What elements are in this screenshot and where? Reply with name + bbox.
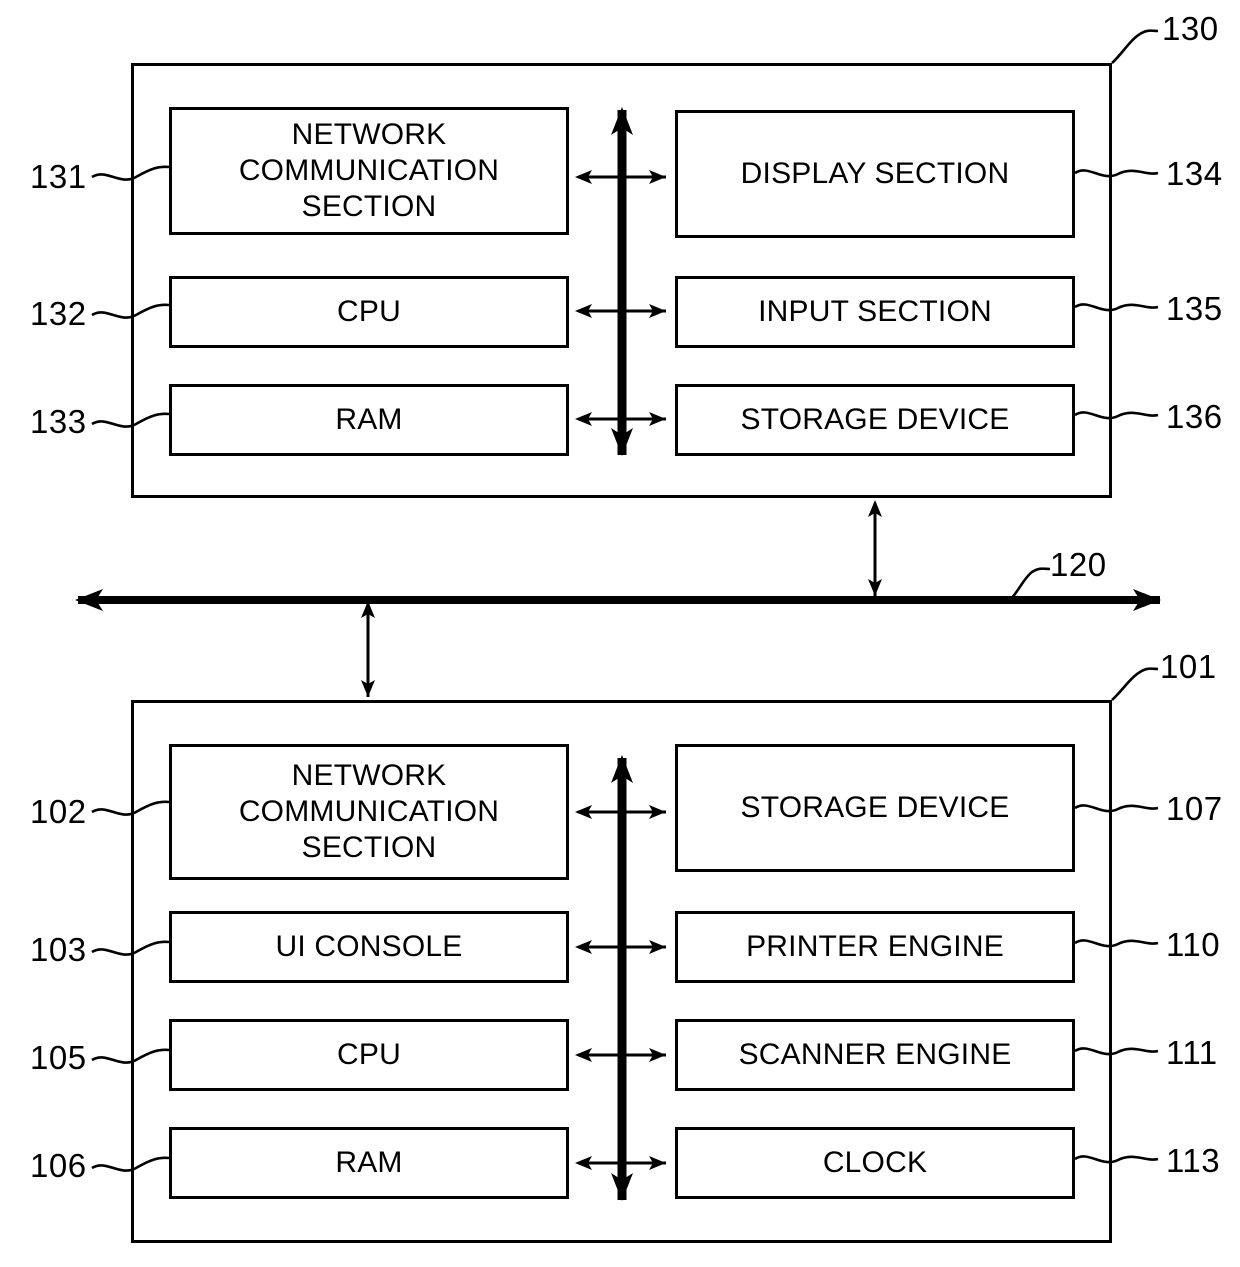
ref-numeral-107: 107 [1166,790,1223,827]
block-label: CPU [337,1038,401,1071]
block-label: STORAGE DEVICE [740,791,1010,824]
ref-numeral-132: 132 [30,295,87,332]
block-ram-133: RAM [169,384,569,456]
ref-numeral-102: 102 [30,793,87,830]
block-ram-106: RAM [169,1127,569,1199]
block-label: STORAGE DEVICE [740,403,1010,436]
ref-numeral-105: 105 [30,1039,87,1076]
ref-numeral-106: 106 [30,1147,87,1184]
block-scanner-engine-111: SCANNER ENGINE [675,1019,1075,1091]
block-cpu-105: CPU [169,1019,569,1091]
block-label: RAM [335,403,403,436]
figure-canvas: NETWORK COMMUNICATION SECTION CPU RAM DI… [0,0,1240,1267]
block-label: UI CONSOLE [275,930,463,963]
block-label: INPUT SECTION [758,295,992,328]
block-storage-device-136: STORAGE DEVICE [675,384,1075,456]
ref-numeral-130: 130 [1162,10,1219,47]
block-printer-engine-110: PRINTER ENGINE [675,911,1075,983]
block-input-section-135: INPUT SECTION [675,276,1075,348]
ref-numeral-113: 113 [1166,1142,1221,1179]
block-ui-console-103: UI CONSOLE [169,911,569,983]
block-label: NETWORK COMMUNICATION SECTION [238,759,500,864]
block-label: PRINTER ENGINE [746,930,1004,963]
block-label: CLOCK [822,1146,928,1179]
block-label: DISPLAY SECTION [740,157,1010,190]
ref-numeral-111: 111 [1166,1034,1218,1071]
block-display-section-134: DISPLAY SECTION [675,110,1075,238]
ref-numeral-101: 101 [1160,648,1217,685]
block-clock-113: CLOCK [675,1127,1075,1199]
block-label: CPU [337,295,401,328]
block-label: NETWORK COMMUNICATION SECTION [238,118,500,223]
ref-numeral-120: 120 [1050,546,1107,583]
ref-numeral-131: 131 [30,158,87,195]
ref-numeral-134: 134 [1166,155,1223,192]
block-cpu-132: CPU [169,276,569,348]
block-label: RAM [335,1146,403,1179]
ref-numeral-133: 133 [30,403,87,440]
ref-numeral-136: 136 [1166,398,1223,435]
ref-numeral-135: 135 [1166,290,1223,327]
block-storage-device-107: STORAGE DEVICE [675,744,1075,872]
block-network-communication-section-102: NETWORK COMMUNICATION SECTION [169,744,569,880]
leader-line-unit-101 [1111,667,1159,701]
ref-numeral-103: 103 [30,931,87,968]
block-network-communication-section-131: NETWORK COMMUNICATION SECTION [169,107,569,235]
leader-line-unit-130 [1111,29,1159,64]
block-label: SCANNER ENGINE [738,1038,1012,1071]
leader-line-network-120 [1009,567,1051,601]
ref-numeral-110: 110 [1166,926,1221,963]
